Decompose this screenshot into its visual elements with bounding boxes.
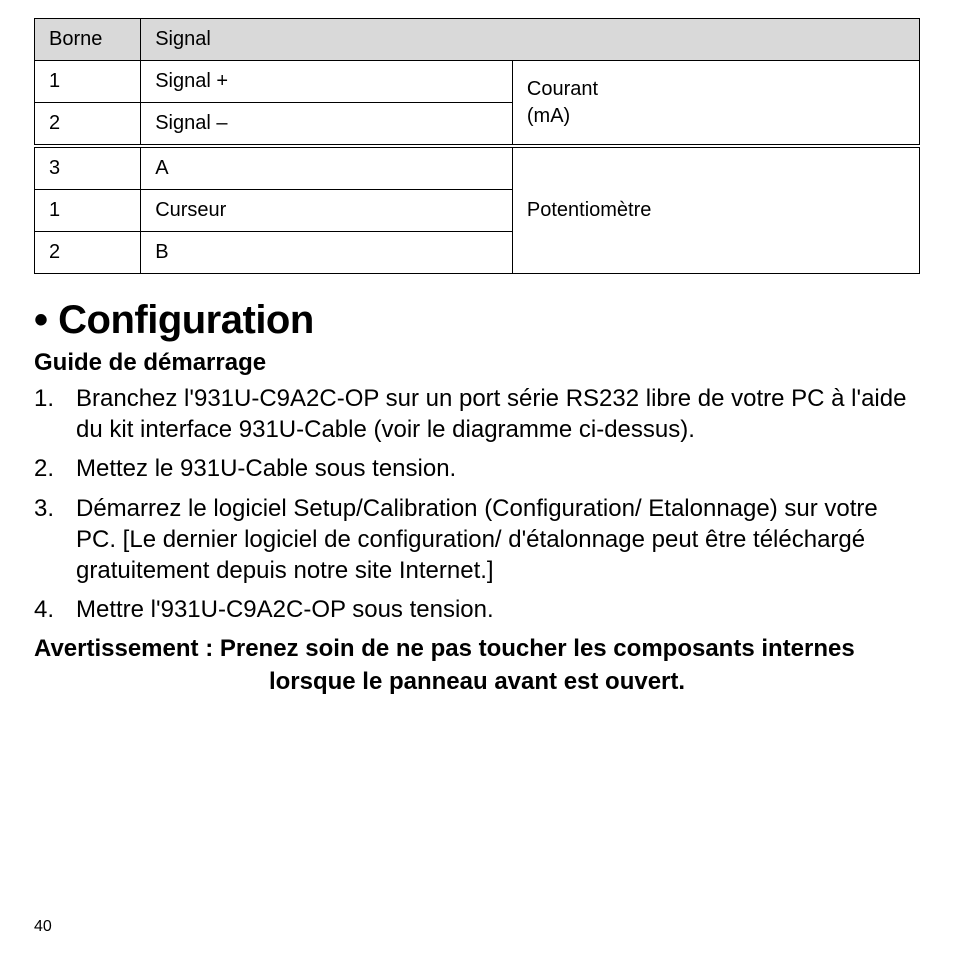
type-line1: Courant	[527, 78, 598, 100]
table-row: 1 Signal + Courant (mA)	[35, 61, 920, 103]
col-signal-header: Signal	[141, 19, 920, 61]
step-item: Démarrez le logiciel Setup/Calibration (…	[34, 493, 920, 587]
cell-signal: A	[141, 146, 513, 190]
subheading: Guide de démarrage	[34, 349, 920, 377]
cell-signal: Signal +	[141, 61, 513, 103]
section-heading: Configuration	[34, 298, 920, 343]
warning-line2: lorsque le panneau avant est ouvert.	[34, 666, 920, 698]
document-page: Borne Signal 1 Signal + Courant (mA) 2 S…	[0, 0, 954, 954]
cell-borne: 2	[35, 232, 141, 274]
page-number: 40	[34, 918, 52, 936]
cell-borne: 1	[35, 190, 141, 232]
warning-block: Avertissement : Prenez soin de ne pas to…	[34, 633, 920, 698]
cell-borne: 3	[35, 146, 141, 190]
cell-signal: Signal –	[141, 103, 513, 147]
steps-list: Branchez l'931U-C9A2C-OP sur un port sér…	[34, 383, 920, 625]
step-item: Mettez le 931U-Cable sous tension.	[34, 453, 920, 484]
cell-signal: B	[141, 232, 513, 274]
table-row: 3 A Potentiomètre	[35, 146, 920, 190]
signal-table: Borne Signal 1 Signal + Courant (mA) 2 S…	[34, 18, 920, 274]
table-header-row: Borne Signal	[35, 19, 920, 61]
cell-type-courant: Courant (mA)	[512, 61, 919, 147]
step-item: Mettre l'931U-C9A2C-OP sous tension.	[34, 594, 920, 625]
type-line2: (mA)	[527, 105, 570, 127]
cell-type-potentiometre: Potentiomètre	[512, 146, 919, 274]
cell-signal: Curseur	[141, 190, 513, 232]
step-item: Branchez l'931U-C9A2C-OP sur un port sér…	[34, 383, 920, 445]
warning-line1: Avertissement : Prenez soin de ne pas to…	[34, 633, 920, 665]
col-borne-header: Borne	[35, 19, 141, 61]
cell-borne: 1	[35, 61, 141, 103]
cell-borne: 2	[35, 103, 141, 147]
